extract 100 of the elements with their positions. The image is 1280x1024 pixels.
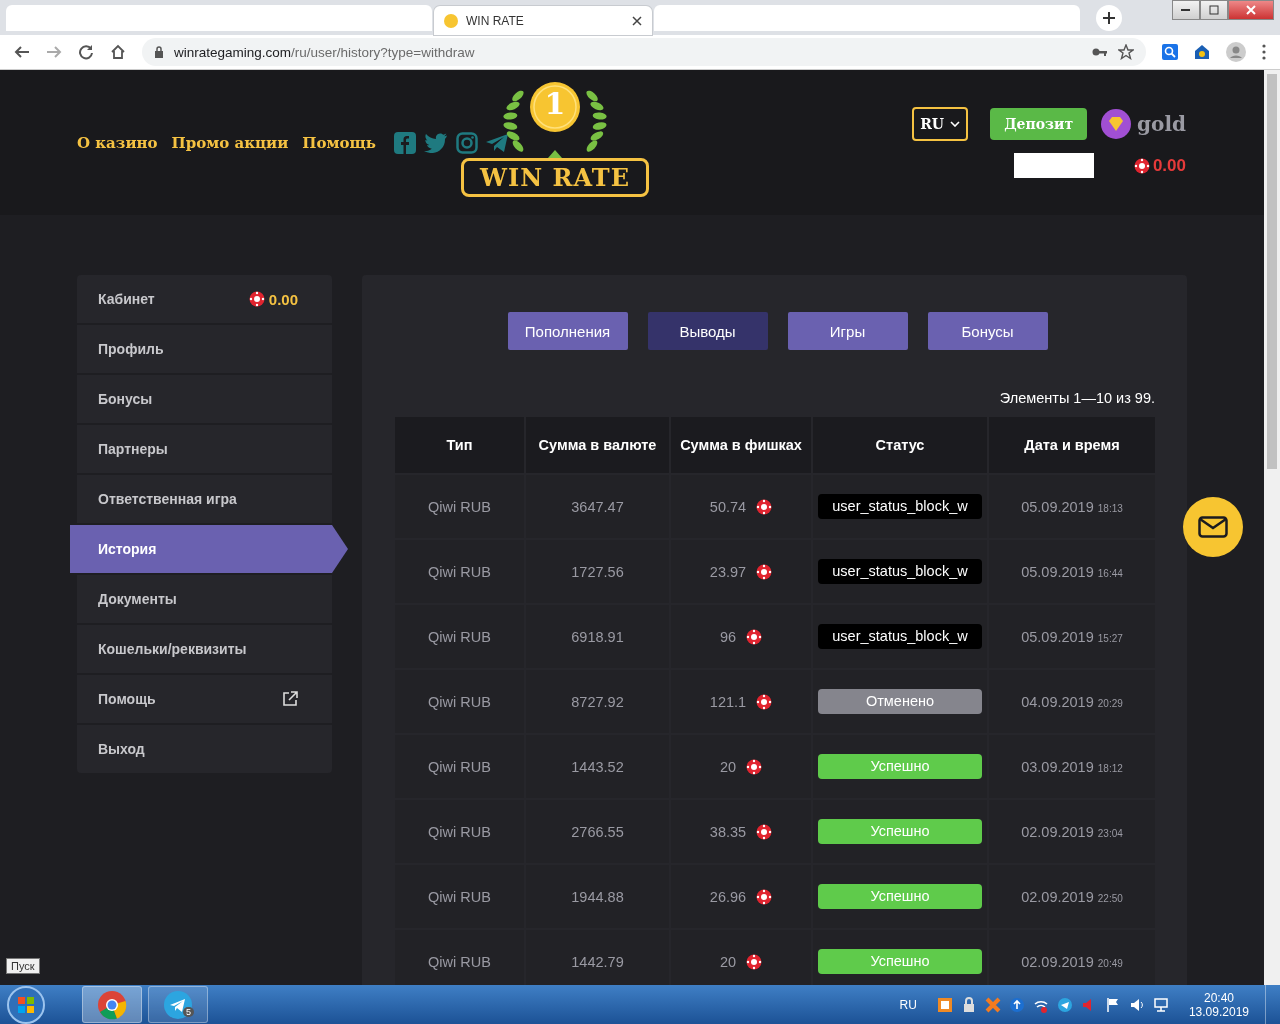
chip-icon: [756, 693, 773, 710]
speaker-icon[interactable]: [1128, 996, 1145, 1013]
minimize-icon: [1181, 8, 1191, 12]
taskbar-app-button[interactable]: 5: [148, 986, 208, 1023]
table-cell: 1442.79: [526, 930, 669, 985]
pagination-summary: Элементы 1—10 из 99.: [998, 390, 1155, 406]
table-cell: Qiwi RUB: [395, 865, 524, 928]
facebook-icon[interactable]: [393, 131, 416, 154]
sidebar-label: История: [98, 541, 158, 557]
chips-amount: 26.96: [709, 888, 747, 905]
new-tab-button[interactable]: [1096, 5, 1122, 31]
language-select[interactable]: RU: [912, 107, 969, 141]
start-tooltip: Пуск: [6, 958, 40, 974]
message-button[interactable]: [1183, 497, 1243, 557]
chip-icon: [756, 888, 773, 905]
taskbar-app-button[interactable]: [82, 986, 142, 1023]
close-icon: [1246, 5, 1256, 15]
table-cell: Qiwi RUB: [395, 540, 524, 603]
chips-amount: 20: [719, 953, 737, 970]
close-icon[interactable]: [632, 15, 642, 26]
star-icon[interactable]: [1118, 44, 1134, 60]
scrollbar[interactable]: [1264, 70, 1280, 985]
network-icon[interactable]: [1152, 996, 1169, 1013]
history-tab[interactable]: Игры: [787, 312, 908, 350]
chips-amount: 20: [719, 758, 737, 775]
status-badge: Отменено: [818, 689, 982, 714]
sidebar-item[interactable]: Кабинет 0.00: [77, 275, 332, 325]
minimize-button[interactable]: [1172, 0, 1200, 20]
telegram-icon[interactable]: [485, 133, 508, 152]
time-text: 15:27: [1097, 632, 1123, 644]
date-text: 03.09.2019: [1021, 758, 1094, 775]
table-cell: 1727.56: [526, 540, 669, 603]
sidebar-label: Ответственная игра: [98, 491, 238, 507]
sidebar-item[interactable]: Кошельки/реквизиты: [77, 625, 332, 675]
instagram-icon[interactable]: [455, 131, 478, 154]
table-cell: 8727.92: [526, 670, 669, 733]
table-cell: Qiwi RUB: [395, 670, 524, 733]
column-header: Сумма в валюте: [526, 417, 669, 473]
column-header: Тип: [395, 417, 524, 473]
table-cell: 6918.91: [526, 605, 669, 668]
nav-link[interactable]: О казино: [77, 133, 158, 152]
clock-time: 20:40: [1203, 990, 1234, 1005]
table-cell: Qiwi RUB: [395, 930, 524, 985]
tray-app-icon[interactable]: [936, 996, 953, 1013]
history-tab[interactable]: Выводы: [647, 312, 768, 350]
time-text: 22:50: [1097, 892, 1123, 904]
column-header: Дата и время: [989, 417, 1155, 473]
sidebar-item[interactable]: Партнеры: [77, 425, 332, 475]
close-button[interactable]: [1228, 0, 1274, 20]
extension-icon[interactable]: [1194, 44, 1210, 60]
logo-number: 1: [543, 86, 567, 121]
update-icon[interactable]: [1008, 996, 1025, 1013]
level-name: gold: [1137, 112, 1186, 136]
time-text: 20:29: [1097, 697, 1123, 709]
sidebar-label: Документы: [98, 591, 178, 607]
input-language[interactable]: RU: [899, 997, 917, 1012]
sidebar-label: Профиль: [98, 341, 165, 357]
table-cell: Qiwi RUB: [395, 605, 524, 668]
history-tab[interactable]: Бонусы: [927, 312, 1048, 350]
logo[interactable]: 1 WIN RATE: [452, 78, 658, 202]
nav-link[interactable]: Промо акции: [171, 133, 289, 152]
flag-icon[interactable]: [1104, 996, 1121, 1013]
sidebar-item[interactable]: Бонусы: [77, 375, 332, 425]
chips-amount: 96: [719, 628, 737, 645]
coin-icon: [444, 13, 458, 28]
maximize-icon: [1209, 5, 1219, 15]
date-text: 02.09.2019: [1021, 953, 1094, 970]
start-button[interactable]: [6, 984, 46, 1024]
nav-link[interactable]: Помощь: [302, 133, 376, 152]
date-text: 05.09.2019: [1021, 563, 1094, 580]
browser-tab[interactable]: WIN RATE: [434, 6, 652, 35]
address-field[interactable]: winrategaming.com/ru/user/history?type=withdraw: [142, 38, 1146, 66]
menu-icon[interactable]: [1262, 44, 1266, 60]
url-text: winrategaming.com/ru/user/history?type=withdraw: [174, 44, 475, 60]
notification-badge: 5: [183, 1007, 194, 1017]
sidebar-label: Кошельки/реквизиты: [98, 641, 248, 657]
clock-date: 13.09.2019: [1188, 1004, 1249, 1019]
sidebar-item[interactable]: Помощь: [77, 675, 332, 725]
sidebar-item[interactable]: Профиль: [77, 325, 332, 375]
reload-icon[interactable]: [78, 44, 94, 60]
sidebar-item[interactable]: Выход: [77, 725, 332, 773]
telegram-icon[interactable]: [1056, 996, 1073, 1013]
status-badge: user_status_block_w: [818, 559, 982, 584]
history-tab[interactable]: Пополнения: [507, 312, 628, 350]
profile-icon[interactable]: [1226, 42, 1246, 62]
status-badge: user_status_block_w: [818, 624, 982, 649]
telegram-icon: [163, 989, 193, 1020]
table-cell: 1443.52: [526, 735, 669, 798]
twitter-icon[interactable]: [423, 132, 448, 153]
back-icon[interactable]: [14, 44, 30, 60]
table-cell: Qiwi RUB: [395, 475, 524, 538]
chip-icon: [248, 291, 265, 307]
status-badge: Успешно: [818, 949, 982, 974]
key-icon[interactable]: [1092, 47, 1108, 57]
search-icon[interactable]: [1162, 44, 1178, 60]
sidebar-item[interactable]: Документы: [77, 575, 332, 625]
home-icon[interactable]: [110, 44, 126, 60]
table-cell: 3647.47: [526, 475, 669, 538]
status-badge: Успешно: [818, 819, 982, 844]
time-text: 18:12: [1097, 762, 1123, 774]
